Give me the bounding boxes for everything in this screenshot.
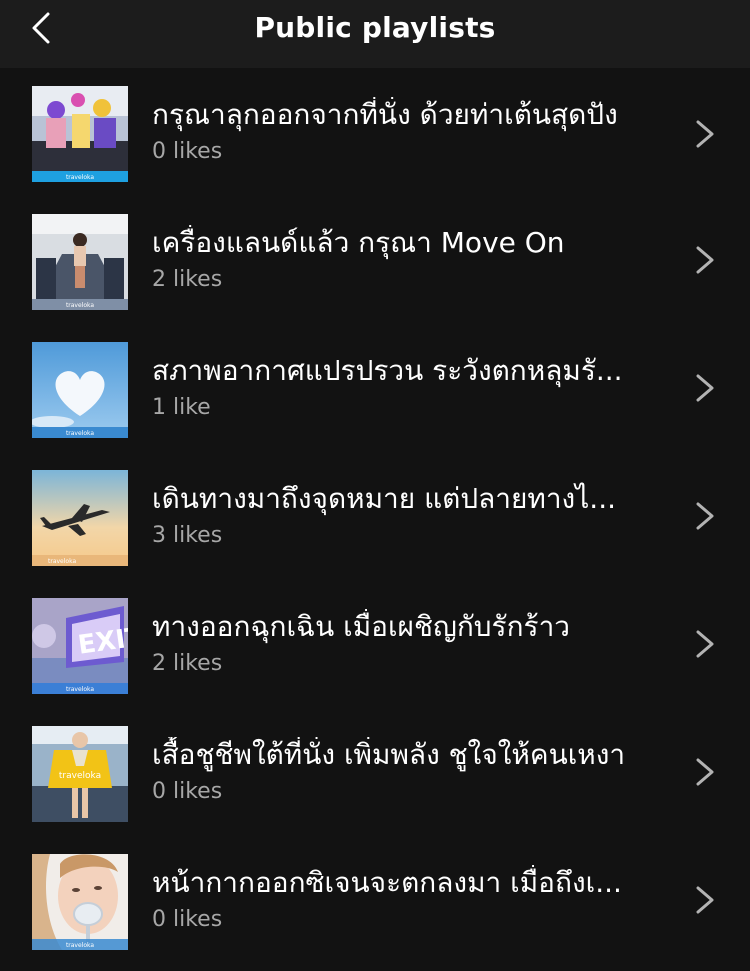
back-button[interactable] bbox=[22, 10, 58, 46]
playlist-artwork: traveloka bbox=[32, 726, 128, 822]
playlist-row[interactable]: traveloka เดินทางมาถึงจุดหมาย แต่ปลายทาง… bbox=[0, 452, 750, 580]
playlist-name: เสื้อชูชีพใต้ที่นั่ง เพิ่มพลัง ชูใจให้คน… bbox=[152, 738, 626, 771]
brand-logo: traveloka bbox=[66, 430, 94, 437]
chevron-right-icon bbox=[696, 374, 714, 402]
playlist-likes: 3 likes bbox=[152, 523, 223, 548]
chevron-right-icon bbox=[696, 246, 714, 274]
playlist-name: เครื่องแลนด์แล้ว กรุณา Move On bbox=[152, 226, 565, 259]
playlist-row[interactable]: EXIT traveloka ทางออกฉุกเฉิน เมื่อเผชิญก… bbox=[0, 580, 750, 708]
playlist-row[interactable]: traveloka สภาพอากาศแปรปรวน ระวังตกหลุมรั… bbox=[0, 324, 750, 452]
playlist-name: เดินทางมาถึงจุดหมาย แต่ปลายทางไ... bbox=[152, 482, 617, 515]
playlist-likes: 0 likes bbox=[152, 139, 223, 164]
playlist-row[interactable]: traveloka หน้ากากออกซิเจนจะตกลงมา เมื่อถ… bbox=[0, 836, 750, 964]
playlist-row[interactable]: traveloka เสื้อชูชีพใต้ที่นั่ง เพิ่มพลัง… bbox=[0, 708, 750, 836]
playlist-row[interactable]: traveloka กรุณาลุกออกจากที่นั่ง ด้วยท่าเ… bbox=[0, 68, 750, 196]
playlist-name: สภาพอากาศแปรปรวน ระวังตกหลุมรั... bbox=[152, 354, 623, 387]
playlist-artwork: traveloka bbox=[32, 470, 128, 566]
playlist-artwork: traveloka bbox=[32, 342, 128, 438]
playlist-likes: 0 likes bbox=[152, 779, 223, 804]
playlist-likes: 2 likes bbox=[152, 651, 223, 676]
brand-logo: traveloka bbox=[66, 302, 94, 309]
chevron-right-icon bbox=[696, 120, 714, 148]
playlist-likes: 1 like bbox=[152, 395, 211, 420]
playlist-artwork: traveloka bbox=[32, 86, 128, 182]
playlist-artwork: traveloka bbox=[32, 854, 128, 950]
playlist-likes: 2 likes bbox=[152, 267, 223, 292]
chevron-right-icon bbox=[696, 886, 714, 914]
playlist-likes: 0 likes bbox=[152, 907, 223, 932]
playlist-name: กรุณาลุกออกจากที่นั่ง ด้วยท่าเต้นสุดปัง bbox=[152, 98, 618, 131]
playlist-artwork: EXIT traveloka bbox=[32, 598, 128, 694]
brand-logo: traveloka bbox=[66, 174, 94, 181]
playlist-name: หน้ากากออกซิเจนจะตกลงมา เมื่อถึงเ... bbox=[152, 866, 622, 899]
brand-logo: traveloka bbox=[66, 942, 94, 949]
playlist-row[interactable]: traveloka เครื่องแลนด์แล้ว กรุณา Move On… bbox=[0, 196, 750, 324]
chevron-right-icon bbox=[696, 630, 714, 658]
brand-logo: traveloka bbox=[48, 558, 76, 565]
brand-logo: traveloka bbox=[59, 771, 101, 781]
brand-logo: traveloka bbox=[66, 686, 94, 693]
chevron-right-icon bbox=[696, 758, 714, 786]
playlist-artwork: traveloka bbox=[32, 214, 128, 310]
playlist-name: ทางออกฉุกเฉิน เมื่อเผชิญกับรักร้าว bbox=[152, 610, 571, 643]
top-bar: Public playlists bbox=[0, 0, 750, 68]
page-title: Public playlists bbox=[254, 10, 496, 44]
chevron-right-icon bbox=[696, 502, 714, 530]
chevron-left-icon bbox=[32, 12, 50, 44]
